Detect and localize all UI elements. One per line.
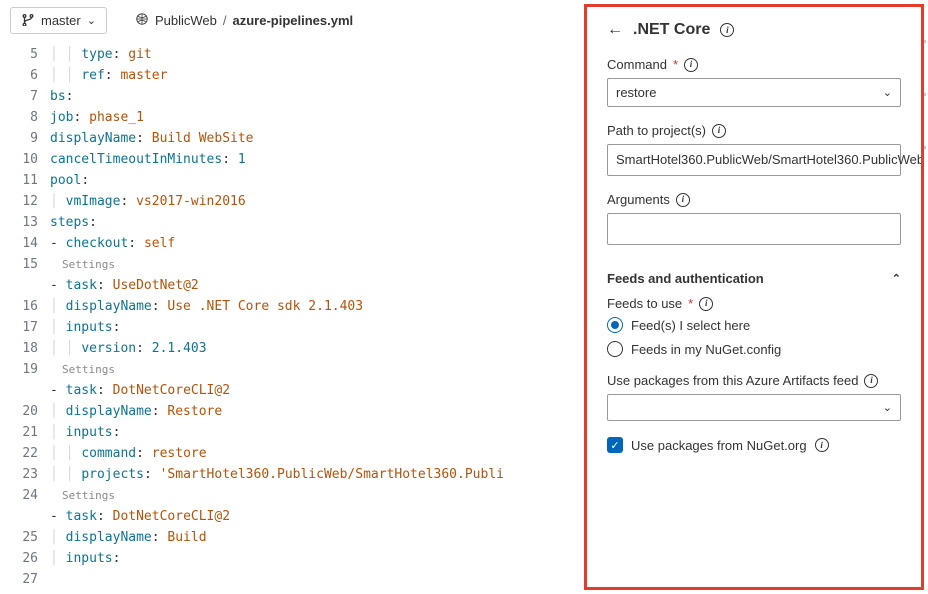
arguments-input[interactable] (607, 213, 901, 245)
artifacts-feed-field: Use packages from this Azure Artifacts f… (607, 373, 901, 421)
info-icon[interactable]: i (699, 297, 713, 311)
info-icon[interactable]: i (676, 193, 690, 207)
nuget-org-checkbox-row[interactable]: ✓ Use packages from NuGet.org i (607, 437, 901, 453)
path-field: Path to project(s) i SmartHotel360.Publi… (607, 123, 901, 176)
required-marker: * (673, 57, 678, 72)
chevron-down-icon: ⌄ (883, 86, 892, 99)
feeds-label: Feeds to use (607, 296, 682, 311)
back-button[interactable]: ← (607, 21, 623, 39)
branch-icon (21, 12, 35, 29)
panel-header: ← .NET Core i (607, 21, 901, 39)
feeds-to-use-field: Feeds to use * i Feed(s) I select here F… (607, 296, 901, 357)
info-icon[interactable]: i (815, 438, 829, 452)
line-gutter: 56789101112131415 16171819 2021222324 25… (0, 40, 50, 594)
info-icon[interactable]: i (712, 124, 726, 138)
path-label: Path to project(s) (607, 123, 706, 138)
repo-icon (135, 12, 149, 29)
breadcrumb-separator: / (223, 13, 227, 28)
breadcrumb-file[interactable]: azure-pipelines.yml (232, 13, 353, 28)
command-label: Command (607, 57, 667, 72)
artifacts-label: Use packages from this Azure Artifacts f… (607, 373, 858, 388)
task-assistant-panel: ← .NET Core i Command * i restore ⌄ Path… (584, 4, 924, 590)
feeds-section-label: Feeds and authentication (607, 271, 764, 286)
nuget-org-label: Use packages from NuGet.org (631, 438, 807, 453)
breadcrumb: PublicWeb / azure-pipelines.yml (135, 12, 353, 29)
branch-selector[interactable]: master ⌄ (10, 7, 107, 34)
arguments-field: Arguments i (607, 192, 901, 245)
breadcrumb-repo[interactable]: PublicWeb (155, 13, 217, 28)
feeds-section-toggle[interactable]: Feeds and authentication ⌃ (607, 261, 901, 296)
radio-label: Feeds in my NuGet.config (631, 342, 781, 357)
chevron-down-icon: ⌄ (883, 401, 892, 414)
radio-feed-select-here[interactable]: Feed(s) I select here (607, 317, 901, 333)
chevron-up-icon: ⌃ (892, 272, 901, 285)
branch-name: master (41, 13, 81, 28)
info-icon[interactable]: i (720, 23, 734, 37)
command-field: Command * i restore ⌄ (607, 57, 901, 107)
radio-nuget-config[interactable]: Feeds in my NuGet.config (607, 341, 901, 357)
path-input[interactable]: SmartHotel360.PublicWeb/SmartHotel360.Pu… (607, 144, 901, 176)
checkbox-icon: ✓ (607, 437, 623, 453)
chevron-down-icon: ⌄ (87, 14, 96, 27)
required-marker: * (688, 296, 693, 311)
artifacts-feed-select[interactable]: ⌄ (607, 394, 901, 421)
panel-title: .NET Core (633, 21, 710, 39)
radio-icon (607, 317, 623, 333)
radio-icon (607, 341, 623, 357)
info-icon[interactable]: i (684, 58, 698, 72)
command-value: restore (616, 85, 656, 100)
radio-label: Feed(s) I select here (631, 318, 750, 333)
info-icon[interactable]: i (864, 374, 878, 388)
command-select[interactable]: restore ⌄ (607, 78, 901, 107)
arguments-label: Arguments (607, 192, 670, 207)
